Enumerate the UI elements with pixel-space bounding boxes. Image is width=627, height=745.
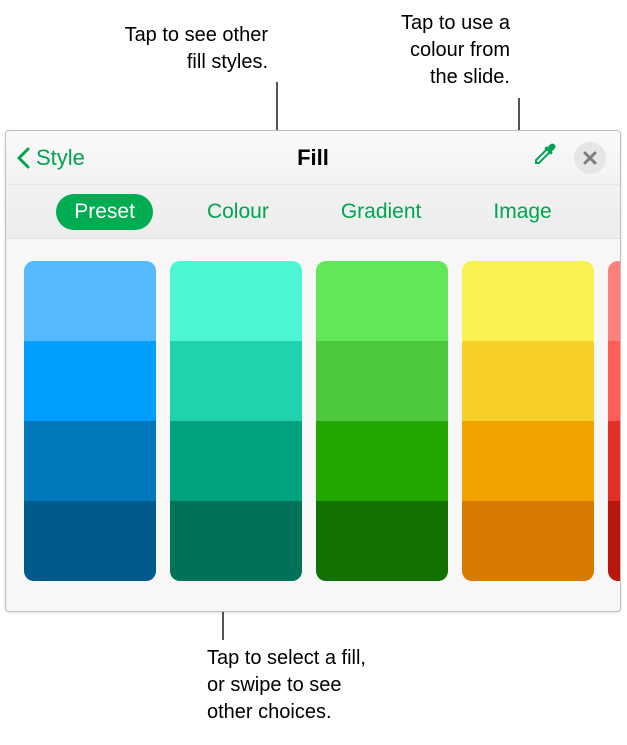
swatch-cell[interactable]: [608, 421, 620, 501]
swatch-cell[interactable]: [316, 341, 448, 421]
swatch-column: [316, 261, 448, 581]
close-button[interactable]: [574, 142, 606, 174]
swatch-cell[interactable]: [24, 501, 156, 581]
swatch-grid[interactable]: [6, 239, 620, 581]
back-label: Style: [36, 145, 85, 171]
swatch-cell[interactable]: [170, 341, 302, 421]
swatch-cell[interactable]: [608, 501, 620, 581]
swatch-cell[interactable]: [170, 261, 302, 341]
swatch-cell[interactable]: [462, 501, 594, 581]
panel-title: Fill: [297, 145, 329, 171]
tab-colour[interactable]: Colour: [189, 194, 287, 230]
swatch-cell[interactable]: [170, 421, 302, 501]
swatch-column: [24, 261, 156, 581]
fill-style-tabs: Preset Colour Gradient Image: [6, 185, 620, 239]
fill-panel: Style Fill Preset Colour Gradient Image: [5, 130, 621, 612]
swatch-cell[interactable]: [316, 421, 448, 501]
annotation-eyedropper: Tap to use a colour from the slide.: [310, 10, 510, 91]
swatch-column: [462, 261, 594, 581]
swatch-cell[interactable]: [24, 421, 156, 501]
swatch-cell[interactable]: [316, 501, 448, 581]
annotation-swatches: Tap to select a fill, or swipe to see ot…: [207, 645, 457, 726]
swatch-cell[interactable]: [608, 341, 620, 421]
chevron-left-icon: [14, 144, 34, 172]
swatch-cell[interactable]: [170, 501, 302, 581]
tab-image[interactable]: Image: [475, 194, 569, 230]
eyedropper-button[interactable]: [530, 141, 558, 174]
swatch-cell[interactable]: [316, 261, 448, 341]
swatch-cell[interactable]: [462, 261, 594, 341]
annotation-fill-styles: Tap to see other fill styles.: [68, 22, 268, 76]
tab-gradient[interactable]: Gradient: [323, 194, 440, 230]
eyedropper-icon: [530, 141, 558, 169]
swatch-column: [170, 261, 302, 581]
swatch-column: [608, 261, 620, 581]
swatch-cell[interactable]: [24, 261, 156, 341]
back-button[interactable]: Style: [14, 144, 85, 172]
swatch-cell[interactable]: [24, 341, 156, 421]
tab-preset[interactable]: Preset: [56, 194, 153, 230]
swatch-cell[interactable]: [462, 421, 594, 501]
swatch-cell[interactable]: [608, 261, 620, 341]
close-icon: [583, 151, 597, 165]
swatch-cell[interactable]: [462, 341, 594, 421]
titlebar: Style Fill: [6, 131, 620, 185]
